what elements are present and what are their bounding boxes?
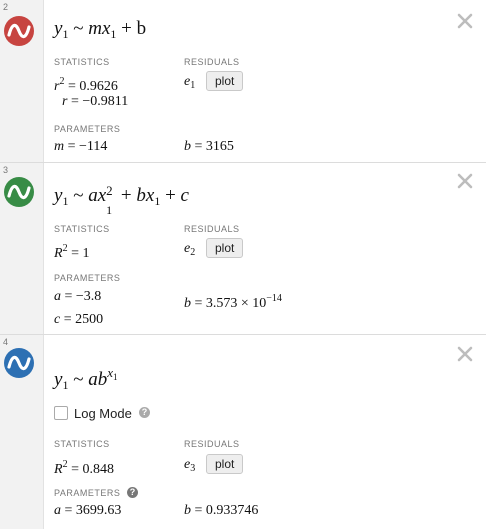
residual-variable: e3 bbox=[184, 457, 196, 474]
stat-r-squared: R2 = 1 bbox=[54, 243, 90, 261]
log-mode-checkbox[interactable] bbox=[54, 406, 68, 420]
regression-icon[interactable] bbox=[4, 16, 34, 46]
close-icon[interactable] bbox=[456, 172, 474, 190]
expression-number: 4 bbox=[3, 337, 9, 347]
regression-formula[interactable]: y1 ~ mx1 + b bbox=[54, 18, 146, 42]
statistics-label: STATISTICS bbox=[54, 57, 110, 67]
close-icon[interactable] bbox=[456, 12, 474, 30]
residuals-label: RESIDUALS bbox=[184, 57, 240, 67]
close-icon[interactable] bbox=[456, 345, 474, 363]
residuals-label: RESIDUALS bbox=[184, 439, 240, 449]
expression-row-3[interactable]: 3 y1 ~ ax 2 1 + bx1 + c STATISTICS RESIDUA… bbox=[0, 163, 486, 335]
expression-gutter: 2 bbox=[0, 0, 44, 162]
residual-variable: e2 bbox=[184, 241, 196, 258]
expression-number: 3 bbox=[3, 165, 9, 175]
residuals-label: RESIDUALS bbox=[184, 224, 240, 234]
regression-icon[interactable] bbox=[4, 348, 34, 378]
param-a: a = 3699.63 bbox=[54, 503, 122, 518]
regression-formula[interactable]: y1 ~ abx1 bbox=[54, 365, 118, 393]
regression-icon[interactable] bbox=[4, 177, 34, 207]
parameters-label: PARAMETERS bbox=[54, 273, 121, 283]
plot-residuals-button[interactable]: plot bbox=[206, 454, 244, 474]
param-b: b = 3165 bbox=[184, 139, 234, 154]
param-b: b = 3.573 × 10−14 bbox=[184, 293, 282, 311]
expression-row-4[interactable]: 4 y1 ~ abx1 Log Mode ? STATISTICS RESIDU… bbox=[0, 335, 486, 529]
residual-variable: e1 bbox=[184, 74, 196, 91]
expression-gutter: 3 bbox=[0, 163, 44, 334]
param-a: a = −3.8 bbox=[54, 289, 102, 304]
plot-residuals-button[interactable]: plot bbox=[206, 238, 244, 258]
regression-formula[interactable]: y1 ~ ax 2 1 + bx1 + c bbox=[54, 183, 189, 217]
stat-r-squared: r2 = 0.9626 bbox=[54, 76, 118, 94]
expression-row-2[interactable]: 2 y1 ~ mx1 + b STATISTICS RESIDUALS r2 =… bbox=[0, 0, 486, 163]
statistics-label: STATISTICS bbox=[54, 439, 110, 449]
statistics-label: STATISTICS bbox=[54, 224, 110, 234]
stat-r: r = −0.9811 bbox=[62, 94, 129, 109]
parameters-label: PARAMETERS bbox=[54, 488, 121, 498]
stat-r-squared: R2 = 0.848 bbox=[54, 459, 114, 477]
expression-gutter: 4 bbox=[0, 335, 44, 529]
param-c: c = 2500 bbox=[54, 312, 104, 327]
expression-number: 2 bbox=[3, 2, 9, 12]
help-icon[interactable]: ? bbox=[139, 407, 150, 418]
param-m: m = −114 bbox=[54, 139, 108, 154]
plot-residuals-button[interactable]: plot bbox=[206, 71, 244, 91]
help-icon[interactable]: ? bbox=[127, 487, 138, 498]
param-b: b = 0.933746 bbox=[184, 503, 259, 518]
log-mode-label[interactable]: Log Mode bbox=[74, 406, 132, 421]
parameters-label: PARAMETERS bbox=[54, 124, 121, 134]
